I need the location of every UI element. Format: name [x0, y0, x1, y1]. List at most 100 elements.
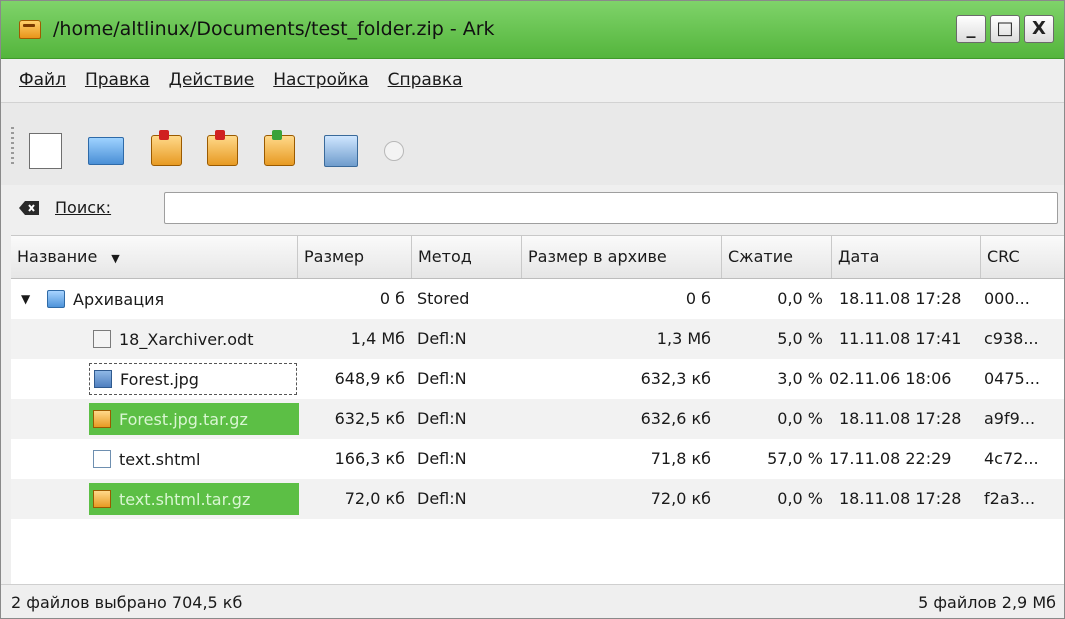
minimize-button[interactable]: _ — [956, 15, 986, 43]
ark-app-icon — [19, 20, 41, 39]
window-title: /home/altlinux/Documents/test_folder.zip… — [53, 18, 495, 40]
search-bar: Поиск: — [1, 185, 1064, 231]
title-bar[interactable]: /home/altlinux/Documents/test_folder.zip… — [1, 1, 1064, 59]
file-size: 648,9 кб — [334, 369, 405, 388]
file-method: Defl:N — [417, 489, 467, 508]
file-date: 11.11.08 17:41 — [839, 329, 962, 348]
table-header: Название ▼ Размер Метод Размер в архиве С… — [11, 236, 1064, 279]
archive-summary-status: 5 файлов 2,9 Мб — [918, 593, 1056, 612]
sort-down-icon: ▼ — [111, 252, 120, 265]
file-name-cell: Forest.jpg.tar.gz — [89, 403, 299, 435]
file-packed-size: 71,8 кб — [650, 449, 711, 468]
file-packed-size: 72,0 кб — [650, 489, 711, 508]
menu-bar: Файл Правка Действие Настройка Справка — [1, 59, 1064, 101]
status-bar: 2 файлов выбрано 704,5 кб 5 файлов 2,9 М… — [1, 584, 1064, 618]
file-ratio: 3,0 % — [777, 369, 823, 388]
clear-search-icon[interactable] — [18, 200, 40, 216]
file-packed-size: 1,3 Мб — [656, 329, 711, 348]
stop-icon[interactable] — [384, 141, 404, 161]
selection-status: 2 файлов выбрано 704,5 кб — [11, 593, 243, 612]
file-date: 18.11.08 17:28 — [839, 489, 962, 508]
file-date: 17.11.08 22:29 — [829, 449, 952, 468]
table-row[interactable]: text.shtml 166,3 кб Defl:N 71,8 кб 57,0 … — [11, 439, 1064, 479]
file-crc: c938... — [984, 329, 1039, 348]
menu-file[interactable]: Файл — [19, 70, 66, 90]
ark-window: /home/altlinux/Documents/test_folder.zip… — [0, 0, 1065, 619]
file-name-cell: Архивация — [43, 283, 170, 315]
menu-settings[interactable]: Настройка — [273, 70, 368, 90]
file-crc: 4c72... — [984, 449, 1039, 468]
file-name-cell: 18_Xarchiver.odt — [89, 323, 259, 355]
file-method: Defl:N — [417, 409, 467, 428]
file-name-cell: Forest.jpg — [89, 363, 297, 395]
folder-icon — [47, 290, 65, 308]
column-header-packed-size[interactable]: Размер в архиве — [521, 236, 721, 278]
file-crc: f2a3... — [984, 489, 1036, 508]
column-header-ratio[interactable]: Сжатие — [721, 236, 831, 278]
file-name: Архивация — [73, 289, 165, 309]
html-file-icon — [93, 450, 111, 468]
column-header-date[interactable]: Дата — [831, 236, 980, 278]
file-crc: a9f9... — [984, 409, 1036, 428]
file-name: text.shtml — [119, 449, 201, 469]
table-row[interactable]: ▼ Архивация 0 б Stored 0 б 0,0 % 18.11.0… — [11, 279, 1064, 319]
window-controls: _ □ X — [956, 15, 1054, 43]
search-label: Поиск: — [55, 198, 112, 217]
test-icon[interactable] — [324, 135, 358, 167]
file-size: 72,0 кб — [344, 489, 405, 508]
file-size: 1,4 Мб — [350, 329, 405, 348]
add-files-icon[interactable] — [151, 130, 182, 166]
file-name-cell: text.shtml — [89, 443, 206, 475]
file-crc: 000... — [984, 289, 1030, 308]
search-input[interactable] — [164, 192, 1058, 224]
file-ratio: 5,0 % — [777, 329, 823, 348]
file-ratio: 0,0 % — [777, 489, 823, 508]
file-size: 0 б — [379, 289, 405, 308]
file-size: 166,3 кб — [334, 449, 405, 468]
file-method: Defl:N — [417, 329, 467, 348]
menu-action[interactable]: Действие — [169, 70, 255, 90]
file-date: 18.11.08 17:28 — [839, 289, 962, 308]
column-header-method[interactable]: Метод — [411, 236, 521, 278]
menu-edit[interactable]: Правка — [85, 70, 150, 90]
open-icon[interactable] — [88, 137, 124, 165]
file-packed-size: 632,6 кб — [640, 409, 711, 428]
file-method: Defl:N — [417, 449, 467, 468]
table-row[interactable]: text.shtml.tar.gz 72,0 кб Defl:N 72,0 кб… — [11, 479, 1064, 519]
close-button[interactable]: X — [1024, 15, 1054, 43]
document-icon — [93, 330, 111, 348]
new-icon[interactable] — [29, 133, 62, 169]
file-ratio: 57,0 % — [767, 449, 823, 468]
image-icon — [94, 370, 112, 388]
file-date: 02.11.06 18:06 — [829, 369, 952, 388]
file-date: 18.11.08 17:28 — [839, 409, 962, 428]
column-header-crc[interactable]: CRC — [980, 236, 1064, 278]
file-method: Stored — [417, 289, 470, 308]
file-name: Forest.jpg — [120, 369, 199, 389]
file-size: 632,5 кб — [334, 409, 405, 428]
file-name: Forest.jpg.tar.gz — [119, 409, 248, 429]
extract-icon[interactable] — [264, 130, 295, 166]
file-packed-size: 632,3 кб — [640, 369, 711, 388]
file-packed-size: 0 б — [685, 289, 711, 308]
archive-file-table: Название ▼ Размер Метод Размер в архиве С… — [11, 235, 1064, 584]
file-crc: 0475... — [984, 369, 1040, 388]
file-name: 18_Xarchiver.odt — [119, 329, 254, 349]
column-header-name[interactable]: Название ▼ — [11, 236, 297, 278]
add-folder-icon[interactable] — [207, 130, 238, 166]
menu-help[interactable]: Справка — [388, 70, 463, 90]
table-row[interactable]: Forest.jpg.tar.gz 632,5 кб Defl:N 632,6 … — [11, 399, 1064, 439]
maximize-button[interactable]: □ — [990, 15, 1020, 43]
file-ratio: 0,0 % — [777, 409, 823, 428]
file-ratio: 0,0 % — [777, 289, 823, 308]
toolbar — [1, 102, 1064, 185]
archive-icon — [93, 410, 111, 428]
file-name-cell: text.shtml.tar.gz — [89, 483, 299, 515]
expand-arrow-icon[interactable]: ▼ — [21, 279, 30, 319]
archive-icon — [93, 490, 111, 508]
column-header-size[interactable]: Размер — [297, 236, 411, 278]
file-method: Defl:N — [417, 369, 467, 388]
toolbar-grip-handle[interactable] — [11, 127, 14, 165]
table-row[interactable]: Forest.jpg 648,9 кб Defl:N 632,3 кб 3,0 … — [11, 359, 1064, 399]
table-row[interactable]: 18_Xarchiver.odt 1,4 Мб Defl:N 1,3 Мб 5,… — [11, 319, 1064, 359]
